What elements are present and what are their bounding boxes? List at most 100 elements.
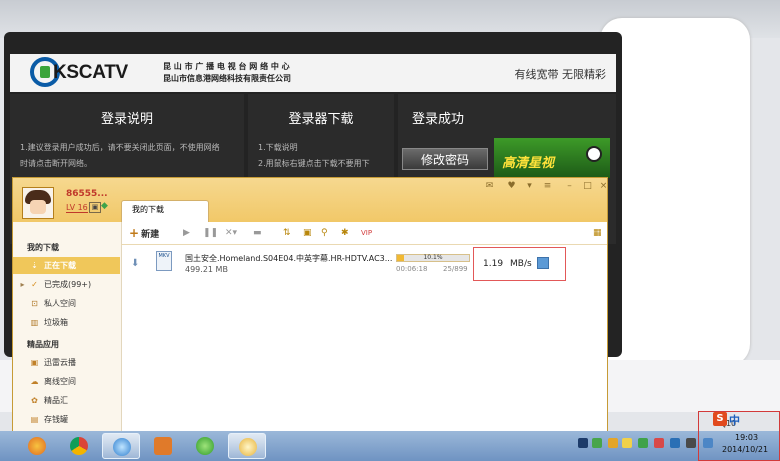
start-icon[interactable]: ▶ [183,226,190,240]
logo-text: KSCATV [53,62,128,83]
grid-view-icon[interactable]: ▦ [593,226,602,240]
download-manager-header: 86555... LV 16 ▣ ◆ 我的下载 ✉ ♥ ▾ ≡ – □ × [13,178,607,222]
banner-text: 高清星视 [502,156,555,171]
new-task-label: 新建 [141,230,160,240]
tray-app-icon[interactable] [622,438,632,448]
sidebar-item-private-space[interactable]: ⊡ 私人空间 [13,295,120,312]
chrome-icon [70,437,88,455]
settings-icon[interactable]: ✱ [341,226,349,240]
volume-icon[interactable] [686,438,696,448]
pinball-icon [28,437,46,455]
minimize-icon[interactable]: – [563,181,576,192]
video-file-icon: MKV [156,251,172,271]
task-progress-bar: 10.1% [396,254,470,262]
clock-time[interactable]: 19:03 [735,433,758,442]
progress-percent: 10.1% [423,254,443,261]
sidebar-item-label: 迅雷云播 [44,358,76,367]
new-task-button[interactable]: + 新建 [129,226,159,240]
sidebar-section-apps: 精品应用 [27,340,59,349]
maximize-icon[interactable]: □ [581,181,594,192]
gift-icon: ✿ [31,396,38,405]
sidebar-item-downloading[interactable]: ⇣ 正在下载 [13,257,120,274]
browser-e-icon [196,437,214,455]
sidebar-item-cloud-play[interactable]: ▣ 迅雷云播 [13,354,120,371]
delete-icon[interactable]: ✕▾ [225,226,237,240]
tray-app-icon[interactable] [638,438,648,448]
sidebar-item-trash[interactable]: ▥ 垃圾箱 [13,314,120,331]
sidebar: 我的下载 ⇣ 正在下载 ▸ ✓ 已完成(99+) ⊡ 私人空间 ▥ 垃圾箱 精品… [13,222,122,431]
network-icon[interactable] [670,438,680,448]
lock-icon: ⊡ [31,299,38,308]
show-hidden-icons[interactable] [578,438,588,448]
panel-text[interactable]: 1.下载说明 [258,142,298,153]
slogan: 有线宽带 无限精彩 [514,68,607,81]
username[interactable]: 86555... [66,189,108,199]
sidebar-item-piggy-bank[interactable]: ▤ 存钱罐 [13,411,120,428]
check-icon: ✓ [31,280,38,289]
logo-subtitle-2: 昆山市信息港网络科技有限责任公司 [163,74,291,83]
offline-icon: ☁ [30,377,39,386]
taskbar-button-ie[interactable] [102,433,140,459]
taskbar-button-chrome[interactable] [60,433,98,459]
expand-arrow-icon[interactable]: ▸ [18,280,27,289]
thunder-icon [239,438,257,456]
sidebar-item-label: 精品汇 [44,396,68,405]
download-manager-window: 86555... LV 16 ▣ ◆ 我的下载 ✉ ♥ ▾ ≡ – □ × 我的… [12,177,608,432]
trash-icon: ▥ [30,318,39,327]
taskbar-button-browser[interactable] [186,433,224,459]
properties-icon[interactable]: ▣ [303,226,312,240]
taskbar-button-pinball[interactable] [18,433,56,459]
message-icon[interactable]: ✉ [483,181,496,192]
sidebar-item-completed[interactable]: ▸ ✓ 已完成(99+) [13,276,120,293]
pause-icon[interactable]: ❚❚ [203,226,218,240]
close-icon[interactable]: × [597,181,610,192]
task-elapsed-time: 00:06:18 [396,265,428,273]
banner-ad[interactable]: 高清星视 [494,138,610,178]
skin-icon[interactable]: ♥ [505,181,518,192]
soccer-ball-icon [586,146,602,162]
task-file-name: 国土安全.Homeland.S04E04.中英字幕.HR-HDTV.AC3... [185,254,393,263]
sidebar-item-label: 离线空间 [44,377,76,386]
user-level[interactable]: LV 16 [66,203,88,213]
sidebar-item-label: 垃圾箱 [44,318,68,327]
ie-icon [113,438,131,456]
piggy-bank-icon: ▤ [30,415,39,424]
menu-icon[interactable]: ≡ [541,181,554,192]
clock-date[interactable]: 2014/10/21 [722,445,768,454]
taskbar-button-thunder[interactable] [228,433,266,459]
taskbar-button-outlook[interactable] [144,433,182,459]
search-icon[interactable]: ⚲ [321,226,328,240]
security-icon[interactable] [592,438,602,448]
avatar[interactable] [22,187,54,219]
logo-subtitle-1: 昆 山 市 广 播 电 视 台 网 络 中 心 [163,62,290,71]
downloading-arrow-icon: ⬇ [131,258,140,269]
speed-chart-icon[interactable] [537,257,549,269]
sidebar-item-label: 已完成(99+) [44,280,92,289]
panel-title: 登录成功 [412,112,465,127]
panel-text: 时请点击断开网络。 [20,159,92,168]
sidebar-item-label: 私人空间 [44,299,76,308]
vip-icon[interactable]: VIP [361,226,372,240]
speed-highlight-box: 1.19 MB/s [473,247,566,281]
toolbar: + 新建 ▶ ❚❚ ✕▾ ▬ ⇅ ▣ ⚲ ✱ VIP ▦ [121,222,607,245]
cloud-play-icon: ▣ [30,358,39,367]
tray-app-icon[interactable] [608,438,618,448]
download-icon: ⇣ [31,261,38,270]
tab-my-downloads[interactable]: 我的下载 [121,200,209,222]
panel-text: 1.建议登录用户成功后，请不要关闭此页面，不使用网络 [20,143,220,152]
task-file-size: 499.21 MB [185,265,228,274]
vip-badge-icon[interactable]: ▣ [89,202,101,213]
panel-text: 2.用鼠标右键点击下载不要用下 [258,159,370,168]
task-pieces: 25/899 [443,265,468,273]
change-password-button[interactable]: 修改密码 [402,148,488,170]
sidebar-item-offline-space[interactable]: ☁ 离线空间 [13,373,120,390]
folder-icon[interactable]: ▬ [253,226,262,240]
download-speed: 1.19 [483,259,504,269]
sort-icon[interactable]: ⇅ [283,226,291,240]
outlook-icon [154,437,172,455]
background-window [600,18,750,366]
arrow-down-icon[interactable]: ▾ [523,181,536,192]
tray-app-icon[interactable] [654,438,664,448]
sidebar-item-premium[interactable]: ✿ 精品汇 [13,392,120,409]
avatar-face [30,200,46,214]
